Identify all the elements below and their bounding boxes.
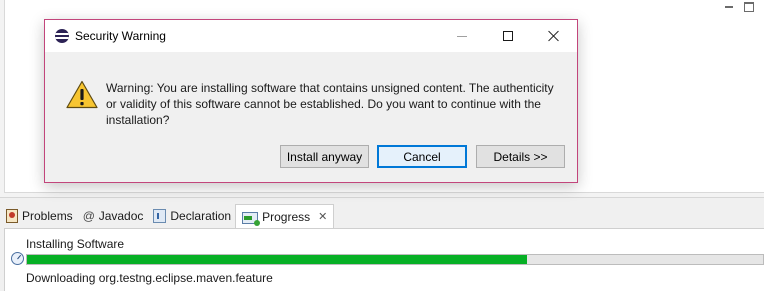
maximize-icon bbox=[503, 31, 513, 41]
warning-icon bbox=[66, 80, 98, 109]
details-button[interactable]: Details >> bbox=[476, 145, 565, 168]
tab-declaration[interactable]: Declaration bbox=[147, 204, 235, 228]
close-icon bbox=[548, 30, 560, 42]
progress-bar-fill bbox=[27, 255, 528, 264]
tab-label: Javadoc bbox=[98, 209, 144, 223]
warning-message: Warning: You are installing software tha… bbox=[106, 81, 554, 127]
tab-javadoc[interactable]: @ Javadoc bbox=[77, 204, 148, 228]
tab-label: Problems bbox=[22, 209, 73, 223]
dialog-titlebar: Security Warning bbox=[45, 20, 577, 52]
view-tabs: Problems @ Javadoc Declaration Progress … bbox=[0, 204, 764, 228]
tab-problems[interactable]: Problems bbox=[0, 204, 77, 228]
problems-icon bbox=[6, 209, 18, 223]
minimize-button[interactable] bbox=[439, 20, 485, 52]
tab-label: Progress bbox=[262, 209, 311, 224]
progress-icon bbox=[242, 211, 261, 226]
tab-progress[interactable]: Progress ✕ bbox=[235, 204, 335, 228]
progress-bar bbox=[26, 254, 764, 265]
maximize-view-icon[interactable] bbox=[744, 2, 754, 12]
close-button[interactable] bbox=[531, 20, 577, 52]
minimize-icon bbox=[457, 35, 467, 37]
job-clock-icon bbox=[11, 252, 24, 265]
minimize-view-icon[interactable] bbox=[724, 2, 734, 12]
close-icon[interactable]: ✕ bbox=[318, 210, 327, 223]
declaration-icon bbox=[153, 209, 167, 223]
javadoc-icon: @ bbox=[82, 209, 95, 223]
cancel-button[interactable]: Cancel bbox=[377, 145, 467, 168]
editor-window-controls bbox=[724, 2, 754, 12]
eclipse-icon bbox=[55, 29, 69, 43]
install-anyway-button[interactable]: Install anyway bbox=[280, 145, 369, 168]
maximize-button[interactable] bbox=[485, 20, 531, 52]
security-warning-dialog: Security Warning Warning: You are instal… bbox=[44, 19, 578, 183]
job-title: Installing Software bbox=[26, 237, 125, 251]
dialog-title: Security Warning bbox=[75, 29, 166, 43]
tab-label: Declaration bbox=[170, 209, 232, 223]
bottom-view-stack: Problems @ Javadoc Declaration Progress … bbox=[0, 197, 764, 291]
progress-view: Installing Software Downloading org.test… bbox=[4, 228, 764, 291]
job-status: Downloading org.testng.eclipse.maven.fea… bbox=[26, 271, 273, 285]
